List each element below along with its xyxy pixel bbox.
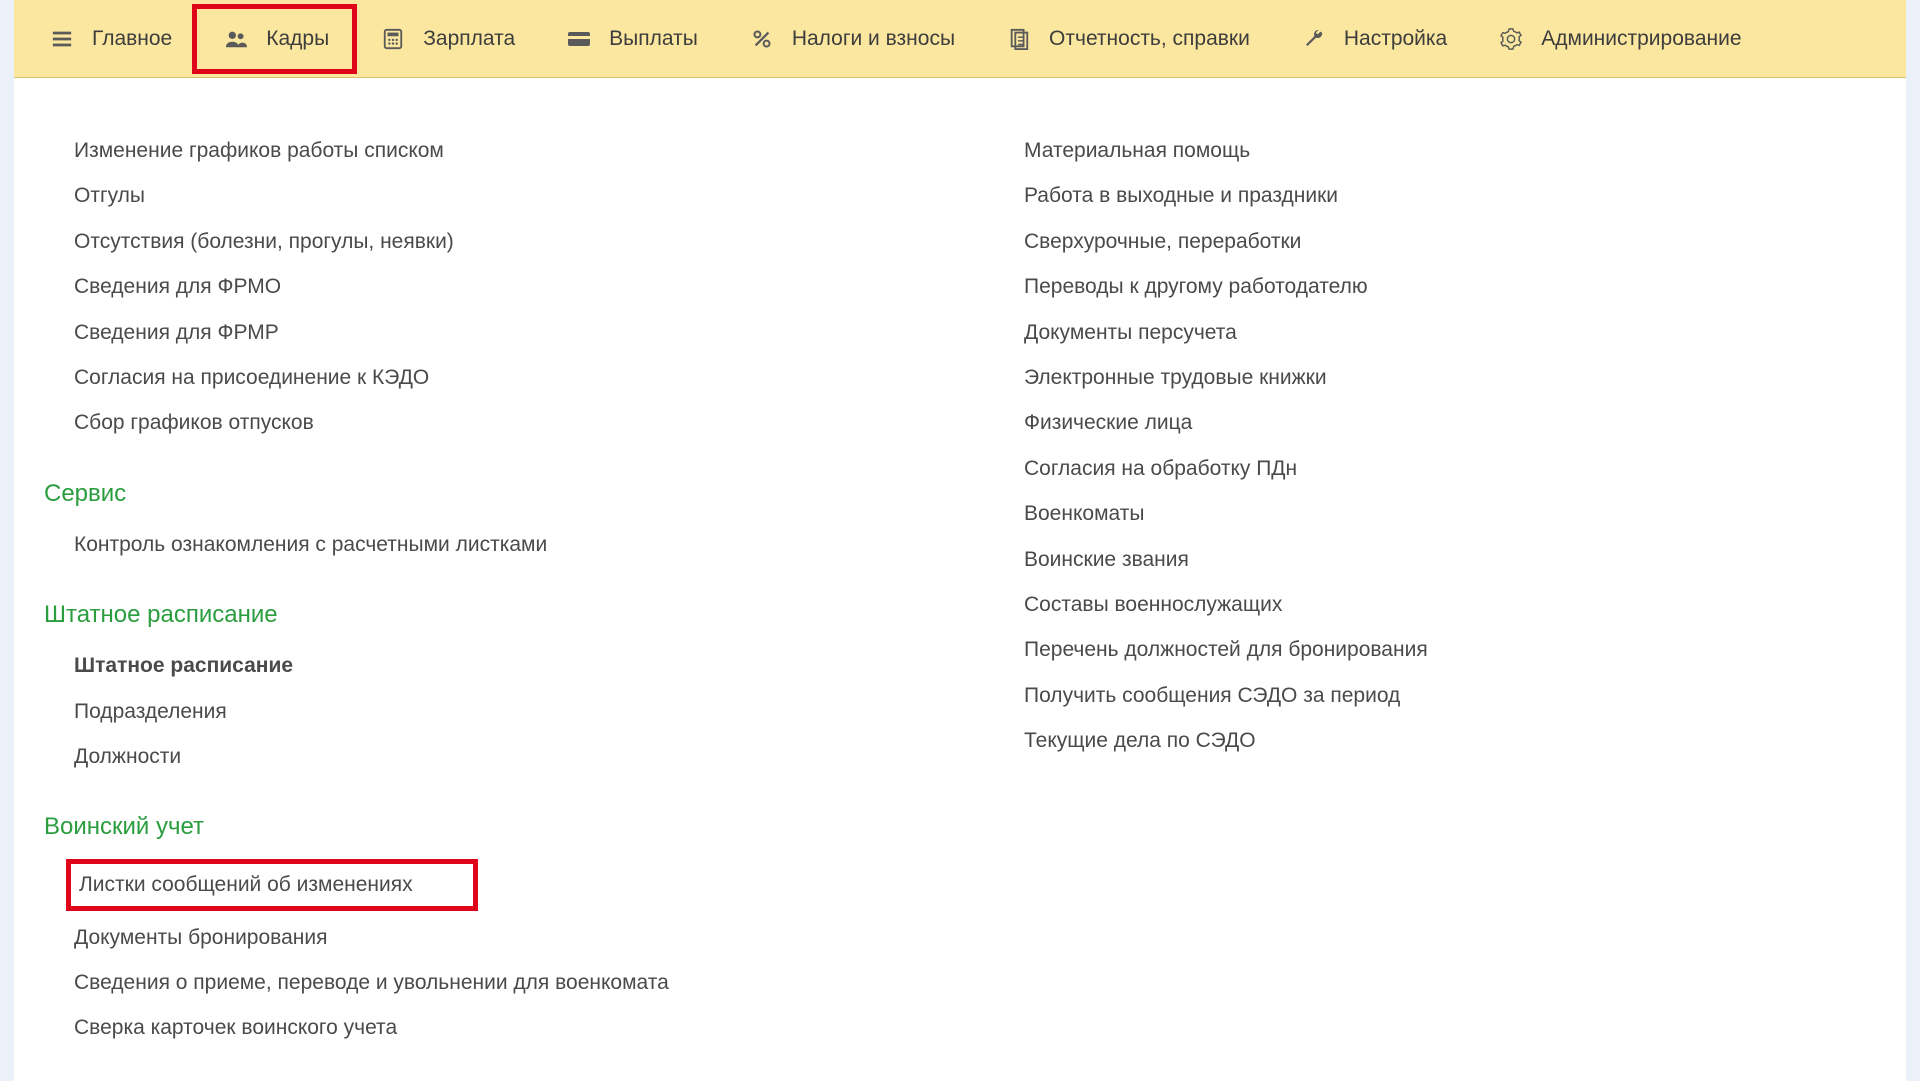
right-link[interactable]: Военкоматы (1024, 491, 1724, 536)
wallet-icon (567, 27, 591, 51)
tb-vyplaty[interactable]: Выплаты (541, 0, 724, 78)
tb-main-label: Главное (92, 27, 172, 51)
right-link[interactable]: Составы военнослужащих (1024, 582, 1724, 627)
calc-icon (381, 27, 405, 51)
section-service-title: Сервис (44, 480, 784, 508)
left-column: Изменение графиков работы спискомОтгулыО… (44, 128, 784, 1051)
right-link[interactable]: Перечень должностей для бронирования (1024, 627, 1724, 672)
staff-link[interactable]: Штатное расписание (44, 643, 784, 688)
tb-zarplata[interactable]: Зарплата (355, 0, 541, 78)
gear-icon (1499, 27, 1523, 51)
tb-vyplaty-label: Выплаты (609, 27, 698, 51)
left-top-link[interactable]: Сведения для ФРМО (44, 264, 784, 309)
right-link[interactable]: Воинские звания (1024, 537, 1724, 582)
right-link[interactable]: Текущие дела по СЭДО (1024, 718, 1724, 763)
tb-nalogi-label: Налоги и взносы (792, 27, 955, 51)
left-top-link[interactable]: Сбор графиков отпусков (44, 400, 784, 445)
tb-nalogi[interactable]: Налоги и взносы (724, 0, 981, 78)
staff-link[interactable]: Подразделения (44, 689, 784, 734)
left-top-link[interactable]: Согласия на присоединение к КЭДО (44, 355, 784, 400)
main-toolbar: Главное Кадры Зарплата Выплаты Налоги и взно… (14, 0, 1906, 78)
tb-zarplata-label: Зарплата (423, 27, 515, 51)
wrench-icon (1302, 27, 1326, 51)
section-staff-title: Штатное расписание (44, 601, 784, 629)
percent-icon (750, 27, 774, 51)
military-link[interactable]: Документы бронирования (44, 915, 784, 960)
right-link[interactable]: Работа в выходные и праздники (1024, 173, 1724, 218)
left-top-link[interactable]: Сведения для ФРМР (44, 310, 784, 355)
people-icon (224, 27, 248, 51)
left-top-link[interactable]: Изменение графиков работы списком (44, 128, 784, 173)
tb-nastroy-label: Настройка (1344, 27, 1447, 51)
right-column: Материальная помощьРабота в выходные и п… (1024, 128, 1724, 1051)
military-link[interactable]: Сверка карточек воинского учета (44, 1005, 784, 1050)
right-link[interactable]: Материальная помощь (1024, 128, 1724, 173)
menu-icon (50, 27, 74, 51)
tb-nastroy[interactable]: Настройка (1276, 0, 1473, 78)
right-link[interactable]: Физические лица (1024, 400, 1724, 445)
tb-kadry-label: Кадры (266, 27, 329, 51)
tb-otchet-label: Отчетность, справки (1049, 27, 1250, 51)
tb-kadry[interactable]: Кадры (198, 0, 355, 78)
military-link-highlighted[interactable]: Листки сообщений об изменениях (79, 870, 465, 899)
right-link[interactable]: Документы персучета (1024, 310, 1724, 355)
section-military-title: Воинский учет (44, 813, 784, 841)
staff-link[interactable]: Должности (44, 734, 784, 779)
right-link[interactable]: Получить сообщения СЭДО за период (1024, 673, 1724, 718)
military-link[interactable]: Сведения о приеме, переводе и увольнении… (44, 960, 784, 1005)
tb-admin[interactable]: Администрирование (1473, 0, 1767, 78)
right-link[interactable]: Сверхурочные, переработки (1024, 219, 1724, 264)
service-link[interactable]: Контроль ознакомления с расчетными листк… (44, 522, 784, 567)
highlight-box: Листки сообщений об изменениях (66, 859, 478, 910)
right-link[interactable]: Переводы к другому работодателю (1024, 264, 1724, 309)
left-top-link[interactable]: Отгулы (44, 173, 784, 218)
tb-main[interactable]: Главное (24, 0, 198, 78)
content-area: Изменение графиков работы спискомОтгулыО… (14, 78, 1906, 1081)
left-top-link[interactable]: Отсутствия (болезни, прогулы, неявки) (44, 219, 784, 264)
tb-admin-label: Администрирование (1541, 27, 1741, 51)
right-link[interactable]: Согласия на обработку ПДн (1024, 446, 1724, 491)
report-icon (1007, 27, 1031, 51)
right-link[interactable]: Электронные трудовые книжки (1024, 355, 1724, 400)
tb-otchet[interactable]: Отчетность, справки (981, 0, 1276, 78)
